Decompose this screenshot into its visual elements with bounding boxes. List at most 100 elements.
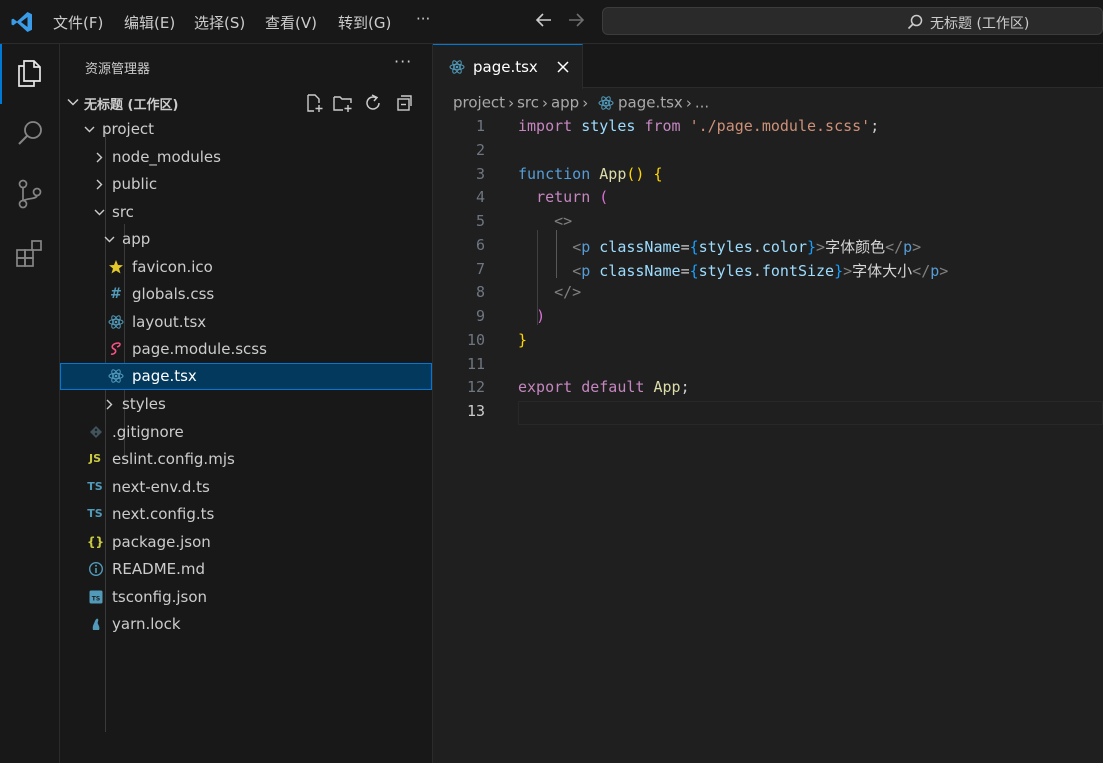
tree-file-gitignore[interactable]: .gitignore bbox=[60, 419, 432, 446]
git-icon bbox=[90, 426, 102, 438]
workspace-header[interactable]: 无标题 (工作区) bbox=[60, 90, 432, 114]
breadcrumb-item[interactable]: src bbox=[517, 94, 539, 112]
tree-file-page-tsx[interactable]: page.tsx bbox=[60, 363, 432, 390]
chevron-right-icon: › bbox=[541, 93, 548, 112]
arrow-right-icon[interactable] bbox=[565, 9, 587, 31]
tree-item-label: styles bbox=[122, 395, 166, 413]
code-line[interactable]: 13 bbox=[433, 399, 1103, 423]
tree-item-label: .gitignore bbox=[112, 423, 184, 441]
breadcrumb-item[interactable]: page.tsx bbox=[618, 94, 683, 112]
explorer-activity[interactable] bbox=[0, 44, 60, 104]
code-line[interactable]: 11 bbox=[433, 352, 1103, 376]
breadcrumb: project › src › app › page.tsx ›... bbox=[453, 93, 709, 113]
code-line[interactable]: 7 <p className={styles.fontSize}>字体大小</p… bbox=[433, 257, 1103, 281]
code-line[interactable]: 10 } bbox=[433, 328, 1103, 352]
tree-item-label: page.tsx bbox=[132, 367, 197, 385]
tree-item-label: layout.tsx bbox=[132, 313, 207, 331]
menu-view[interactable]: 查看(V) bbox=[265, 12, 317, 33]
chevron-down-icon bbox=[104, 236, 115, 243]
tree-file-yarn-lock[interactable]: yarn.lock bbox=[60, 611, 432, 638]
tree-item-label: src bbox=[112, 203, 134, 221]
search-activity[interactable] bbox=[0, 104, 60, 164]
tree-item-label: next-env.d.ts bbox=[112, 478, 210, 496]
menu-file[interactable]: 文件(F) bbox=[53, 12, 103, 33]
code-line[interactable]: 2 bbox=[433, 138, 1103, 162]
chevron-right-icon bbox=[106, 399, 113, 410]
menu-go[interactable]: 转到(G) bbox=[338, 12, 391, 33]
new-folder-icon[interactable] bbox=[332, 92, 354, 114]
line-number: 2 bbox=[475, 141, 485, 159]
code-line[interactable]: 3 function App() { bbox=[433, 162, 1103, 186]
command-center[interactable]: 无标题 (工作区) bbox=[602, 7, 1103, 35]
title-bar: 文件(F) 编辑(E) 选择(S) 查看(V) 转到(G) ··· 无标题 (工… bbox=[0, 0, 1103, 44]
arrow-left-icon[interactable] bbox=[533, 9, 555, 31]
line-number: 7 bbox=[475, 260, 485, 278]
tree-folder-app[interactable]: app bbox=[60, 226, 432, 253]
sidebar-more-button[interactable]: ··· bbox=[394, 52, 412, 71]
breadcrumb-item[interactable]: app bbox=[551, 94, 579, 112]
chevron-down-icon bbox=[67, 98, 79, 106]
code-line[interactable]: 6 <p className={styles.color}>字体颜色</p> bbox=[433, 233, 1103, 257]
line-number: 1 bbox=[475, 117, 485, 135]
tree-file-package-json[interactable]: {} package.json bbox=[60, 529, 432, 556]
tree-file-tsconfig[interactable]: TS tsconfig.json bbox=[60, 584, 432, 611]
line-number: 13 bbox=[466, 402, 485, 420]
line-number: 3 bbox=[475, 165, 485, 183]
js-icon: JS bbox=[88, 452, 101, 465]
tree-folder-node-modules[interactable]: node_modules bbox=[60, 144, 432, 171]
command-center-title: 无标题 (工作区) bbox=[930, 16, 1030, 32]
tree-item-label: next.config.ts bbox=[112, 505, 215, 523]
tree-file-eslint-config[interactable]: JS eslint.config.mjs bbox=[60, 446, 432, 473]
tree-folder-src[interactable]: src bbox=[60, 199, 432, 226]
line-number: 4 bbox=[475, 188, 485, 206]
tree-file-favicon[interactable]: favicon.ico bbox=[60, 254, 432, 281]
ts-icon: TS bbox=[87, 480, 103, 493]
vscode-logo-icon[interactable] bbox=[10, 10, 34, 34]
new-file-icon[interactable] bbox=[303, 92, 325, 114]
tree-folder-project[interactable]: project bbox=[60, 116, 432, 143]
source-control-activity[interactable] bbox=[0, 164, 60, 224]
sass-icon bbox=[110, 342, 121, 355]
tree-folder-public[interactable]: public bbox=[60, 171, 432, 198]
collapse-all-icon[interactable] bbox=[392, 92, 414, 114]
code-line[interactable]: 12 export default App; bbox=[433, 375, 1103, 399]
tree-file-next-env[interactable]: TS next-env.d.ts bbox=[60, 474, 432, 501]
info-icon bbox=[88, 561, 104, 577]
breadcrumb-item[interactable]: ... bbox=[695, 94, 709, 112]
code-line[interactable]: 8 </> bbox=[433, 280, 1103, 304]
chevron-down-icon bbox=[94, 209, 105, 216]
extensions-activity[interactable] bbox=[0, 224, 60, 284]
line-number: 10 bbox=[466, 331, 485, 349]
close-icon[interactable] bbox=[554, 58, 572, 76]
tree-file-globals-css[interactable]: # globals.css bbox=[60, 281, 432, 308]
menu-edit[interactable]: 编辑(E) bbox=[124, 12, 175, 33]
code-line[interactable]: 5 <> bbox=[433, 209, 1103, 233]
react-icon bbox=[598, 95, 614, 110]
tree-folder-styles[interactable]: styles bbox=[60, 391, 432, 418]
tree-file-next-config[interactable]: TS next.config.ts bbox=[60, 501, 432, 528]
chevron-right-icon bbox=[96, 152, 103, 163]
tree-file-readme[interactable]: README.md bbox=[60, 556, 432, 583]
tab-label: page.tsx bbox=[473, 58, 538, 76]
code-line[interactable]: 4 return ( bbox=[433, 185, 1103, 209]
tree-file-page-module-scss[interactable]: page.module.scss bbox=[60, 336, 432, 363]
chevron-right-icon: › bbox=[685, 93, 692, 112]
tab-bar: page.tsx bbox=[433, 44, 1103, 89]
css-hash-icon: # bbox=[110, 286, 122, 302]
tree-item-label: favicon.ico bbox=[132, 258, 213, 276]
refresh-icon[interactable] bbox=[362, 92, 384, 114]
code-line[interactable]: 9 ) bbox=[433, 304, 1103, 328]
tree-file-layout-tsx[interactable]: layout.tsx bbox=[60, 309, 432, 336]
tab-page-tsx[interactable]: page.tsx bbox=[433, 44, 583, 89]
sidebar-title: 资源管理器 bbox=[85, 62, 151, 77]
breadcrumb-item[interactable]: project bbox=[453, 94, 505, 112]
files-icon bbox=[18, 60, 41, 87]
menu-more[interactable]: ··· bbox=[416, 10, 430, 28]
tree-item-label: app bbox=[122, 230, 151, 248]
tree-item-label: tsconfig.json bbox=[112, 588, 208, 606]
menu-selection[interactable]: 选择(S) bbox=[194, 12, 245, 33]
react-icon bbox=[449, 60, 465, 74]
tree-item-label: globals.css bbox=[132, 285, 215, 303]
chevron-right-icon bbox=[96, 179, 103, 190]
code-line[interactable]: 1 import styles from './page.module.scss… bbox=[433, 114, 1103, 138]
